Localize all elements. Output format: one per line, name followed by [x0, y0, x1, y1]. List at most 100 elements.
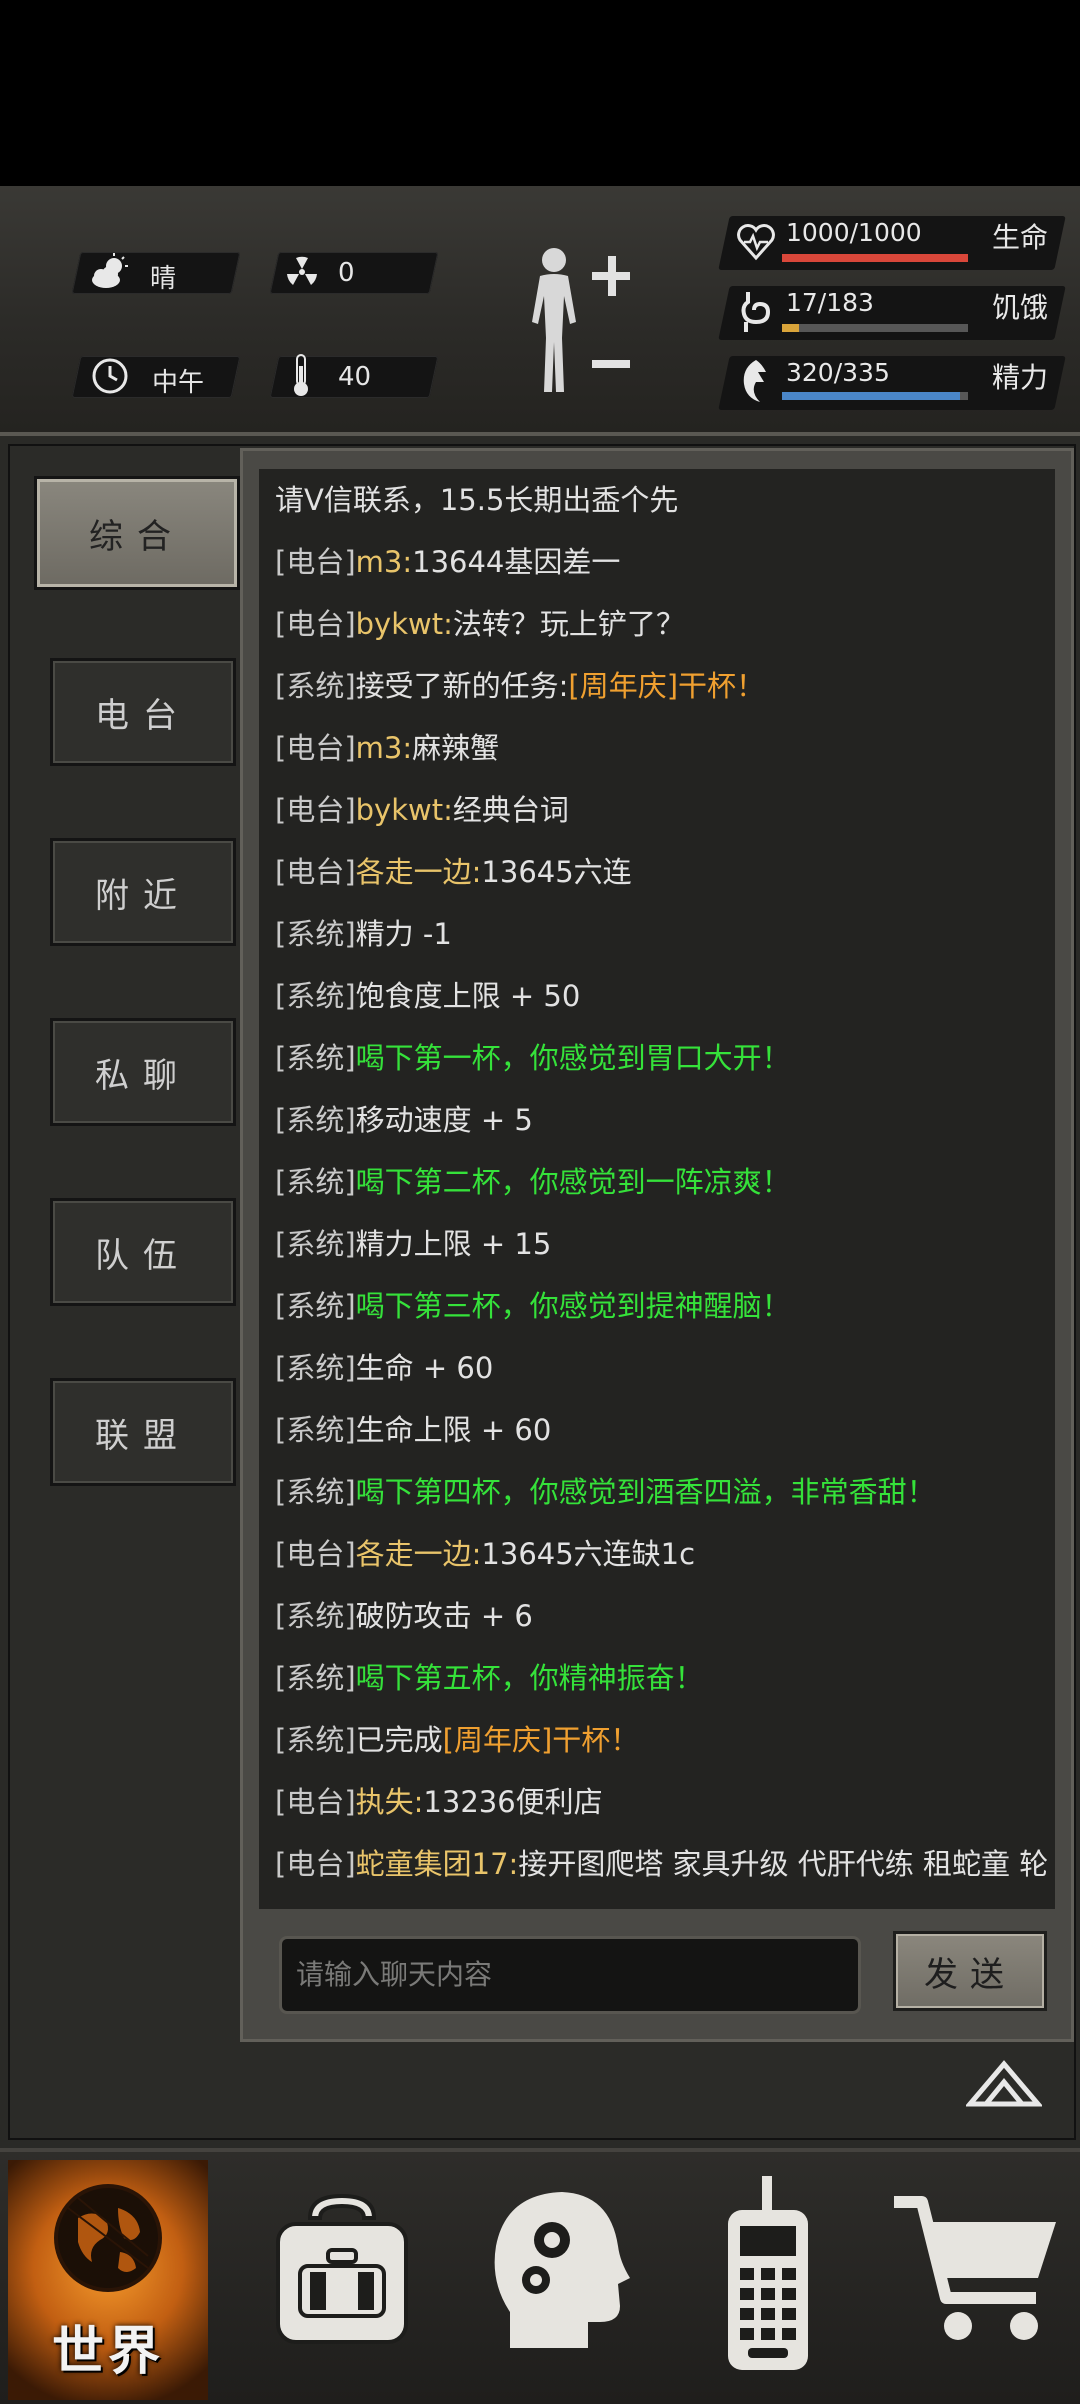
send-button[interactable]: 发送: [893, 1931, 1047, 2011]
chat-message: [系统]喝下第二杯，你感觉到一阵凉爽！: [259, 1151, 1055, 1213]
bottom-nav: 世界: [0, 2148, 1080, 2404]
chat-channel-tag: [系统]: [275, 1227, 356, 1261]
energy-bar-fill: [782, 392, 960, 400]
quest-link[interactable]: [周年庆]干杯！: [443, 1723, 640, 1757]
chat-message-text: 13645六连缺1c: [481, 1537, 695, 1571]
chat-message: [系统]已完成[周年庆]干杯！: [259, 1709, 1055, 1771]
chat-message: [电台]m3:13644基因差一: [259, 531, 1055, 593]
chat-log[interactable]: 请V信联系，15.5长期出盉个先 [电台]m3:13644基因差一 [电台]bykw…: [259, 469, 1055, 1909]
chat-message-body: 生命上限 + 60: [355, 1413, 552, 1447]
chat-message: [系统]饱食度上限 + 50: [259, 965, 1055, 1027]
chat-message-body: 13645六连缺1c: [481, 1537, 696, 1571]
tab-alliance[interactable]: 联盟: [50, 1378, 236, 1486]
clock-icon: [92, 358, 128, 394]
chat-channel-tag: [系统]: [275, 1599, 356, 1633]
tab-team[interactable]: 队伍: [50, 1198, 236, 1306]
chat-message-body: 经典台词: [452, 793, 569, 827]
chat-channel-tag: [系统]: [275, 1351, 356, 1385]
chat-message-body: 喝下第一杯，你感觉到胃口大开！: [355, 1041, 791, 1075]
chat-message-text: 喝下第一杯，你感觉到胃口大开！: [356, 1041, 791, 1075]
chat-message-body: 喝下第三杯，你感觉到提神醒脑！: [355, 1289, 791, 1323]
chat-panel: 请V信联系，15.5长期出盉个先 [电台]m3:13644基因差一 [电台]bykw…: [240, 448, 1074, 2042]
tab-private[interactable]: 私聊: [50, 1018, 236, 1126]
chat-message: [系统]移动速度 + 5: [259, 1089, 1055, 1151]
temperature-value: 40: [338, 362, 372, 392]
chat-message-body: 麻辣蟹: [412, 731, 500, 765]
energy-label: 精力: [992, 361, 1049, 394]
chat-message-text: 精力 -1: [356, 917, 452, 951]
chat-input[interactable]: 请输入聊天内容: [279, 1936, 861, 2014]
chat-message-text: 破防攻击 + 6: [356, 1599, 533, 1633]
chat-sender-name[interactable]: bykwt:: [356, 793, 453, 827]
chat-sender-name[interactable]: 蛇童集团17:: [356, 1847, 519, 1881]
time-value: 中午: [152, 368, 205, 398]
chat-message-text: 已完成[周年庆]干杯！: [356, 1723, 640, 1757]
chat-message-body: 接开图爬塔 家具升级 代肝代练 租蛇童 轮: [518, 1847, 1049, 1881]
chat-message-text: 喝下第四杯，你感觉到酒香四溢，非常香甜！: [356, 1475, 936, 1509]
chat-message-body: 喝下第四杯，你感觉到酒香四溢，非常香甜！: [355, 1475, 936, 1509]
chat-message: [电台]蛇童集团17:接开图爬塔 家具升级 代肝代练 租蛇童 轮: [259, 1833, 1055, 1895]
backpack-icon: [276, 2193, 408, 2344]
chat-message-body: 饱食度上限 + 50: [355, 979, 581, 1013]
chat-message-body: 移动速度 + 5: [355, 1103, 533, 1137]
nav-radio-button[interactable]: [678, 2162, 858, 2392]
hunger-label: 饥饿: [992, 291, 1049, 324]
chat-channel-tag: [电台]: [275, 793, 356, 827]
chat-message-body: 13236便利店: [423, 1785, 603, 1819]
collapse-up-button[interactable]: [966, 2058, 1042, 2110]
chat-channel-tag: [系统]: [275, 1041, 356, 1075]
tab-nearby[interactable]: 附近: [50, 838, 236, 946]
tab-general[interactable]: 综合: [34, 476, 240, 590]
chat-channel-tag: [系统]: [275, 1661, 356, 1695]
chat-channel-tag: [电台]: [275, 545, 356, 579]
health-bar: [782, 254, 968, 262]
chat-channel-tag: [系统]: [275, 979, 356, 1013]
chat-message-text: 法转？玩上铲了？: [453, 607, 685, 641]
chat-message-text: 接开图爬塔 家具升级 代肝代练 租蛇童 轮: [518, 1847, 1048, 1881]
energy-bar: [782, 392, 968, 400]
chat-channel-tag: [系统]: [275, 1475, 356, 1509]
body-status-button[interactable]: [520, 242, 630, 402]
heart-icon: [737, 224, 775, 261]
hunger-bar-fill: [782, 324, 800, 332]
chat-message-body: 请V信联系，15.5长期出盉个先: [275, 483, 679, 517]
chat-message-text: 经典台词: [453, 793, 569, 827]
chat-message: [电台]bykwt:经典台词: [259, 779, 1055, 841]
plus-icon: [592, 256, 630, 296]
tab-radio[interactable]: 电台: [50, 658, 236, 766]
chat-channel-tag: [电台]: [275, 731, 356, 765]
chat-message: [系统]精力上限 + 15: [259, 1213, 1055, 1275]
energy-bolt-icon: [743, 360, 766, 402]
chat-sender-name[interactable]: bykwt:: [356, 607, 453, 641]
status-panel: 晴 0 中午 40 1000/1000 生命 17/183 饥饿 320/335…: [0, 186, 1080, 436]
chat-sender-name[interactable]: 执失:: [356, 1785, 424, 1819]
chat-message-text: 喝下第三杯，你感觉到提神醒脑！: [356, 1289, 791, 1323]
radio-icon: [728, 2176, 808, 2370]
quest-link[interactable]: [周年庆]干杯！: [568, 669, 765, 703]
chat-message-text: 喝下第五杯，你精神振奋！: [356, 1661, 704, 1695]
chat-message: [电台]各走一边:13645六连缺1c: [259, 1523, 1055, 1585]
nav-shop-button[interactable]: [886, 2162, 1066, 2392]
weather-value: 晴: [150, 264, 177, 294]
chat-message: [电台]执失:13236便利店: [259, 1771, 1055, 1833]
partly-cloudy-icon: [92, 253, 128, 288]
chat-message: [系统]喝下第四杯，你感觉到酒香四溢，非常香甜！: [259, 1461, 1055, 1523]
globe-icon: [54, 2184, 162, 2292]
chat-channel-tag: [电台]: [275, 607, 356, 641]
chat-message-body: 精力上限 + 15: [355, 1227, 552, 1261]
energy-value: 320/335: [786, 358, 890, 387]
nav-world[interactable]: 世界: [8, 2160, 208, 2400]
health-label: 生命: [992, 221, 1049, 254]
nav-skills-button[interactable]: [470, 2162, 650, 2392]
hunger-value: 17/183: [786, 288, 874, 317]
chat-sender-name[interactable]: 各走一边:: [356, 855, 482, 889]
chat-sender-name[interactable]: m3:: [356, 731, 412, 765]
chat-message-text: 生命 + 60: [356, 1351, 494, 1385]
chat-message-body: 喝下第五杯，你精神振奋！: [355, 1661, 704, 1695]
chat-message: [电台]m3:麻辣蟹: [259, 717, 1055, 779]
chat-sender-name[interactable]: 各走一边:: [356, 1537, 482, 1571]
chat-message-text: 13645六连: [481, 855, 631, 889]
chat-sender-name[interactable]: m3:: [356, 545, 412, 579]
nav-backpack-button[interactable]: [252, 2162, 432, 2392]
chat-message-text: 13236便利店: [423, 1785, 602, 1819]
